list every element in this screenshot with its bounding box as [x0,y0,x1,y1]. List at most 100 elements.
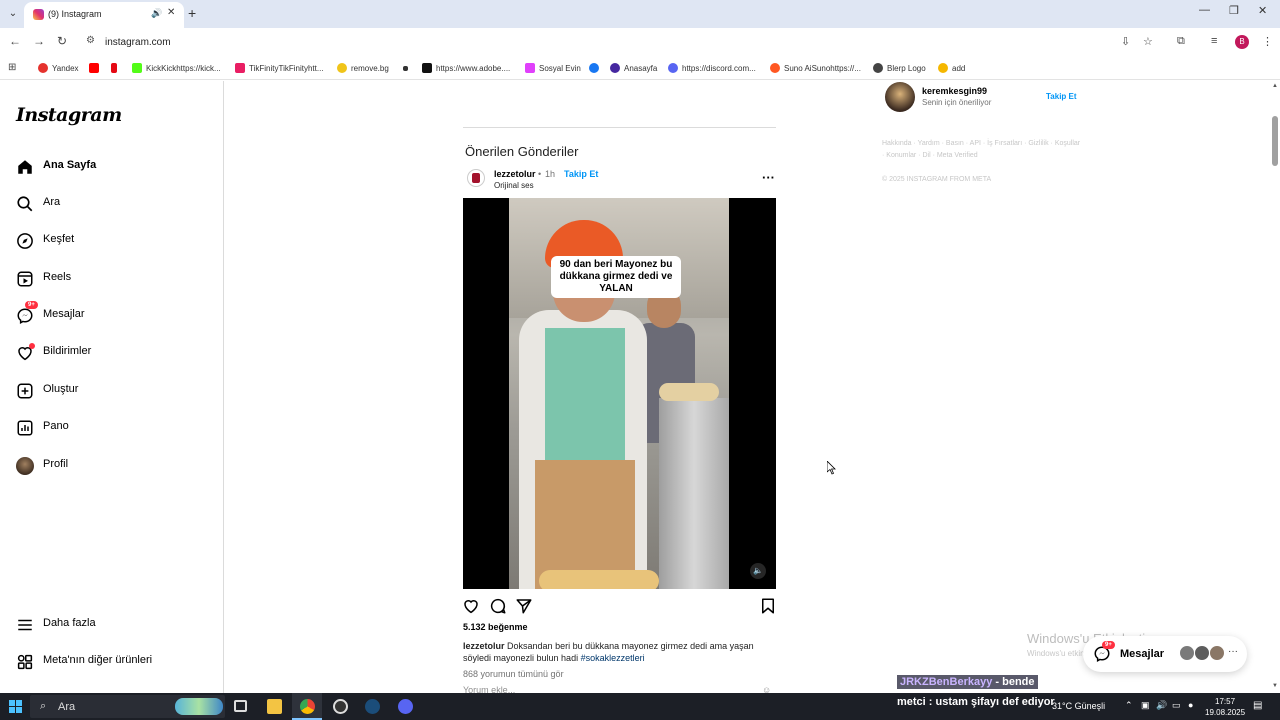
bookmark-item[interactable]: Anasayfa [610,62,657,74]
audio-toggle-icon[interactable]: 🔈 [750,563,766,579]
view-all-comments-link[interactable]: 868 yorumun tümünü gör [463,669,564,679]
close-window-icon[interactable]: ✕ [1258,4,1267,17]
scroll-up-arrow-icon[interactable]: ▲ [1272,83,1278,89]
sidebar-item-notifications[interactable]: Bildirimler [16,341,216,365]
comment-icon[interactable] [489,597,507,615]
sidebar-item-home[interactable]: Ana Sayfa [16,155,216,179]
file-explorer-icon[interactable] [259,693,289,720]
post-author-avatar[interactable] [467,169,485,187]
site-info-icon[interactable]: ⚙ [86,35,95,46]
share-send-icon[interactable] [515,597,533,615]
tray-app-icon[interactable]: ▣ [1141,700,1150,711]
instagram-logo[interactable]: Instagram [16,104,122,126]
chat-avatar [1179,645,1195,661]
bookmark-item[interactable]: Yandex [38,62,79,74]
minimize-icon[interactable]: — [1199,4,1210,16]
post-username[interactable]: lezzetolur [494,169,536,179]
microphone-icon[interactable]: ● [1188,700,1193,710]
bookmark-item[interactable]: TikFinityTikFinityhtt... [235,62,324,74]
sidebar-item-explore[interactable]: Keşfet [16,229,216,253]
more-options-icon[interactable]: ··· [762,170,775,185]
sidebar-item-dashboard[interactable]: Pano [16,416,216,440]
bookmark-item[interactable] [403,62,408,74]
network-icon[interactable]: ▭ [1172,700,1181,711]
messages-popup-button[interactable]: 9+ Mesajlar ··· [1083,636,1247,672]
browser-toolbar: ← → ↻ ⚙ instagram.com ⇩ ☆ ⧉ ≡ B ⋮ [0,28,1280,56]
taskbar-search[interactable]: ⌕ Ara [30,695,225,718]
discord-icon[interactable] [390,693,420,720]
bookmark-item[interactable] [589,62,599,74]
url-text[interactable]: instagram.com [105,37,171,48]
apps-grid-icon[interactable]: ⊞ [8,62,16,73]
notification-center-icon[interactable]: ▤ [1253,700,1262,711]
restore-icon[interactable]: ❐ [1229,4,1239,17]
post-time[interactable]: 1h [545,169,555,179]
save-bookmark-icon[interactable] [759,597,777,615]
caption-username[interactable]: lezzetolur [463,641,505,651]
media-controls-icon[interactable]: ≡ [1211,35,1217,47]
sidebar-item-label: Oluştur [43,383,79,395]
suggested-follow-button[interactable]: Takip Et [1046,92,1077,101]
bookmark-item[interactable]: remove.bg [337,62,389,74]
likes-count[interactable]: 5.132 beğenme [463,622,528,632]
bookmark-star-icon[interactable]: ☆ [1143,35,1153,48]
install-app-icon[interactable]: ⇩ [1121,35,1130,48]
profile-avatar[interactable]: B [1235,35,1249,49]
back-arrow-icon[interactable]: ← [9,34,21,48]
speaker-icon[interactable]: 🔊 [151,8,162,19]
post-video[interactable]: 90 dan beri Mayonez bu dükkana girmez de… [463,198,776,589]
bookmark-item[interactable]: Blerp Logo [873,62,926,74]
sidebar-item-create[interactable]: Oluştur [16,379,216,403]
sidebar-item-messages[interactable]: 9+ Mesajlar [16,301,216,328]
volume-icon[interactable]: 🔊 [1156,700,1167,711]
forward-arrow-icon[interactable]: → [33,34,45,48]
reload-icon[interactable]: ↻ [57,34,67,48]
new-tab-plus-icon[interactable]: + [188,5,196,21]
bookmark-item[interactable]: https://discord.com... [668,62,756,74]
bookmark-item[interactable]: add [938,62,965,74]
kebab-menu-icon[interactable]: ⋮ [1262,35,1273,48]
sidebar-meta-products[interactable]: Meta'nın diğer ürünleri [16,650,216,674]
sidebar-item-profile[interactable]: Profil [16,454,216,478]
sidebar-item-reels[interactable]: Reels [16,267,216,291]
steam-icon[interactable] [357,693,387,720]
sidebar-item-search[interactable]: Ara [16,192,216,216]
video-frame: 90 dan beri Mayonez bu dükkana girmez de… [509,198,729,589]
sidebar-more[interactable]: Daha fazla [16,613,216,637]
close-tab-icon[interactable]: ✕ [167,7,175,18]
bookmark-item[interactable] [111,62,117,74]
windows-start-icon[interactable] [9,700,22,713]
tab-search-chevron-icon[interactable]: ⌄ [4,5,22,23]
tray-chevron-icon[interactable]: ⌃ [1125,700,1133,711]
address-bar[interactable]: ⚙ instagram.com [80,31,1170,53]
suggested-user-avatar[interactable] [885,82,915,112]
footer-links[interactable]: Hakkında · Yardım · Basın · API · İş Fır… [882,138,1082,162]
sidebar-item-label: Ara [43,196,61,208]
post-audio-link[interactable]: Orijinal ses [494,181,534,190]
task-view-icon[interactable] [226,693,256,720]
search-highlight-image [175,698,223,715]
stream-chat-line: JRKZBenBerkayy - bende [897,675,1038,689]
more-horizontal-icon[interactable]: ··· [1228,646,1238,657]
obs-icon[interactable] [325,693,355,720]
post-follow-button[interactable]: Takip Et [564,169,598,179]
scrollbar-thumb[interactable] [1272,116,1278,166]
bookmark-item[interactable]: Suno AiSunohttps://... [770,62,861,74]
like-heart-icon[interactable] [462,597,480,615]
taskbar-clock[interactable]: 17:57 19.08.2025 [1205,696,1245,718]
bookmark-item[interactable]: KickKickhttps://kick... [132,62,221,74]
chrome-icon[interactable] [292,693,322,720]
weather-widget[interactable]: 31°C Güneşli [1052,701,1105,711]
caption-hashtag[interactable]: #sokaklezzetleri [581,653,645,663]
page-scrollbar[interactable] [1270,81,1280,693]
bookmark-item[interactable] [89,62,99,74]
clock-date: 19.08.2025 [1205,708,1246,717]
extensions-icon[interactable]: ⧉ [1177,35,1185,48]
browser-tab-instagram[interactable]: (9) Instagram 🔊 ✕ [24,2,184,28]
search-icon [16,195,34,213]
suggested-username[interactable]: keremkesgin99 [922,86,987,96]
bookmark-item[interactable]: Sosyal Evin [525,62,581,74]
scroll-down-arrow-icon[interactable]: ▼ [1272,683,1278,689]
sidebar-item-label: Daha fazla [43,617,96,629]
bookmark-item[interactable]: https://www.adobe.... [422,62,510,74]
